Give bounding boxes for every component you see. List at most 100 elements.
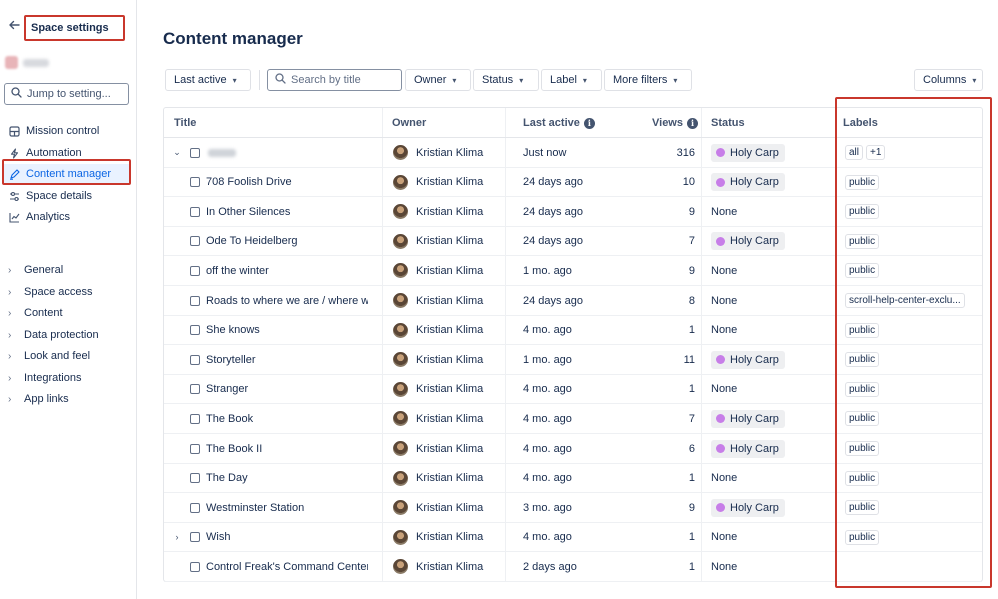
column-header-owner[interactable]: Owner [392,108,426,138]
owner-name[interactable]: Kristian Klima [416,561,483,573]
owner-name[interactable]: Kristian Klima [416,147,483,159]
page-title-link[interactable]: The Book [206,413,253,425]
more-filters-button[interactable]: More filters ▾ [604,69,692,91]
label-chip[interactable]: public [845,233,880,249]
chevron-right-icon[interactable]: › [172,532,182,542]
row-checkbox[interactable] [190,206,200,217]
blurred-page-title[interactable] [208,148,236,157]
owner-name[interactable]: Kristian Klima [416,206,483,218]
page-title-link[interactable]: Ode To Heidelberg [206,235,298,247]
sidebar-section-app-links[interactable]: › App links [8,393,69,405]
back-button[interactable] [6,17,22,33]
table-row[interactable]: off the winter Kristian Klima 1 mo. ago 9 No… [164,256,982,286]
table-row[interactable]: In Other Silences Kristian Klima 24 days a… [164,197,982,227]
row-checkbox[interactable] [190,177,200,188]
owner-filter-button[interactable]: Owner ▾ [405,69,471,91]
label-chip[interactable]: all [845,145,864,160]
label-chip[interactable]: public [845,204,880,220]
label-chip[interactable]: public [845,411,880,427]
table-row[interactable]: Ode To Heidelberg Kristian Klima 24 days a… [164,227,982,257]
sidebar-item-analytics[interactable]: Analytics [4,207,130,227]
label-chip[interactable]: scroll-help-center-exclu... [845,293,965,308]
label-chip[interactable]: public [845,500,880,516]
sidebar-item-space-details[interactable]: Space details [4,186,130,206]
row-checkbox[interactable] [190,413,200,424]
page-title-link[interactable]: Control Freak's Command Center [206,561,368,573]
search-by-title-input[interactable]: Search by title [267,69,402,91]
column-header-title[interactable]: Title [174,108,196,138]
sidebar-section-general[interactable]: › General [8,264,63,276]
label-chip[interactable]: +1 [866,145,886,160]
page-title-link[interactable]: Wish [206,531,230,543]
label-chip[interactable]: public [845,174,880,190]
owner-name[interactable]: Kristian Klima [416,383,483,395]
owner-name[interactable]: Kristian Klima [416,531,483,543]
table-row[interactable]: Storyteller Kristian Klima 1 mo. ago 11 Holy… [164,345,982,375]
page-title-link[interactable]: In Other Silences [206,206,290,218]
label-chip[interactable]: public [845,322,880,338]
page-title-link[interactable]: 708 Foolish Drive [206,176,292,188]
label-chip[interactable]: public [845,263,880,279]
column-header-status[interactable]: Status [711,108,745,138]
owner-name[interactable]: Kristian Klima [416,502,483,514]
sidebar-section-space-access[interactable]: › Space access [8,286,92,298]
table-row[interactable]: The Book II Kristian Klima 4 mo. ago 6 Holy … [164,434,982,464]
table-row[interactable]: The Book Kristian Klima 4 mo. ago 7 Holy Car… [164,404,982,434]
status-badge[interactable]: Holy Carp [711,173,785,192]
table-row[interactable]: Roads to where we are / where we'v Kristi… [164,286,982,316]
table-row[interactable]: ⌄ Kristian Klima Just now 316 Holy Carp all +1 [164,138,982,168]
row-checkbox[interactable] [190,295,200,306]
status-badge[interactable]: Holy Carp [711,143,785,162]
label-chip[interactable]: public [845,441,880,456]
row-checkbox[interactable] [190,147,200,158]
label-filter-button[interactable]: Label ▾ [541,69,602,91]
status-badge[interactable]: Holy Carp [711,498,785,517]
table-row[interactable]: The Day Kristian Klima 4 mo. ago 1 None publi… [164,464,982,494]
page-title-link[interactable]: Stranger [206,383,248,395]
row-checkbox[interactable] [190,443,200,454]
row-checkbox[interactable] [190,502,200,513]
row-checkbox[interactable] [190,384,200,395]
status-badge[interactable]: Holy Carp [711,409,785,428]
column-header-views[interactable]: Views i [652,108,698,138]
owner-name[interactable]: Kristian Klima [416,472,483,484]
table-row[interactable]: Control Freak's Command Center Kristian K… [164,552,982,582]
chevron-down-icon[interactable]: ⌄ [172,147,182,158]
label-chip[interactable]: public [845,352,880,368]
space-identity[interactable] [5,56,49,69]
table-row[interactable]: She knows Kristian Klima 4 mo. ago 1 None pub… [164,316,982,346]
page-title-link[interactable]: The Day [206,472,248,484]
sidebar-section-integrations[interactable]: › Integrations [8,372,81,384]
table-row[interactable]: Stranger Kristian Klima 4 mo. ago 1 None publ… [164,375,982,405]
owner-name[interactable]: Kristian Klima [416,413,483,425]
sidebar-item-mission-control[interactable]: Mission control [4,121,130,141]
label-chip[interactable]: public [845,470,880,486]
owner-name[interactable]: Kristian Klima [416,176,483,188]
page-title-link[interactable]: The Book II [206,443,262,455]
info-icon[interactable]: i [687,117,698,129]
row-checkbox[interactable] [190,354,200,365]
label-chip[interactable]: public [845,529,880,545]
status-badge[interactable]: Holy Carp [711,232,785,251]
sidebar-section-content[interactable]: › Content [8,307,63,319]
page-title-link[interactable]: off the winter [206,265,269,277]
sidebar-section-data-protection[interactable]: › Data protection [8,329,99,341]
row-checkbox[interactable] [190,236,200,247]
jump-to-setting-input[interactable]: Jump to setting... [4,83,129,105]
column-header-last-active[interactable]: Last active i [523,108,595,138]
owner-name[interactable]: Kristian Klima [416,443,483,455]
owner-name[interactable]: Kristian Klima [416,354,483,366]
column-header-labels[interactable]: Labels [843,108,878,138]
row-checkbox[interactable] [190,473,200,484]
row-checkbox[interactable] [190,265,200,276]
info-icon[interactable]: i [583,117,595,129]
status-badge[interactable]: Holy Carp [711,350,785,369]
status-badge[interactable]: Holy Carp [711,439,785,458]
owner-name[interactable]: Kristian Klima [416,324,483,336]
page-title-link[interactable]: Storyteller [206,354,256,366]
table-row[interactable]: Westminster Station Kristian Klima 3 mo. a… [164,493,982,523]
table-row[interactable]: › Wish Kristian Klima 4 mo. ago 1 None public [164,523,982,553]
owner-name[interactable]: Kristian Klima [416,295,483,307]
label-chip[interactable]: public [845,381,880,397]
page-title-link[interactable]: Roads to where we are / where we'v [206,295,368,307]
